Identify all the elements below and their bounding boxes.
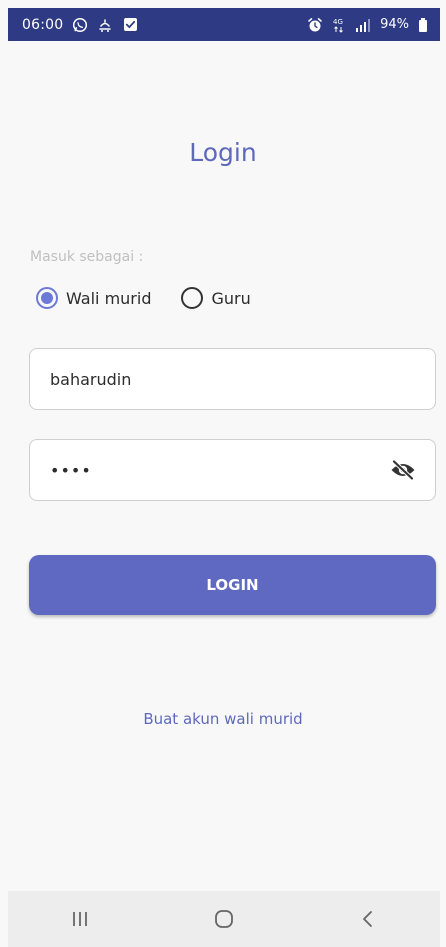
svg-text:4G: 4G — [333, 18, 343, 26]
role-option-label: Wali murid — [66, 288, 152, 308]
battery-icon — [418, 17, 428, 33]
recent-apps-icon[interactable] — [50, 899, 110, 939]
checkbox-icon — [122, 17, 138, 33]
4g-icon: 4G — [332, 17, 346, 33]
role-radio-group: Wali murid Guru — [36, 287, 251, 309]
role-option-label: Guru — [211, 288, 251, 308]
signal-icon — [355, 17, 371, 33]
username-field-container — [29, 348, 436, 410]
radio-checked-icon[interactable] — [36, 287, 58, 309]
page-title: Login — [189, 138, 257, 167]
login-button[interactable]: LOGIN — [29, 555, 436, 615]
alarm-icon — [307, 17, 323, 33]
status-bar: 06:00 4G 94% — [8, 8, 440, 41]
home-icon[interactable] — [194, 899, 254, 939]
role-option-wali-murid[interactable]: Wali murid — [36, 287, 151, 309]
password-input[interactable] — [48, 459, 389, 481]
role-option-guru[interactable]: Guru — [181, 287, 251, 309]
username-input[interactable] — [48, 368, 417, 390]
notification-icon — [97, 17, 113, 33]
role-label: Masuk sebagai : — [30, 249, 144, 265]
status-bar-right: 4G 94% — [307, 17, 428, 33]
register-link[interactable]: Buat akun wali murid — [0, 710, 446, 728]
password-field-container — [29, 439, 436, 501]
radio-unchecked-icon[interactable] — [181, 287, 204, 309]
login-screen: 06:00 4G 94% Login Masuk sebagai: Wali … — [0, 0, 446, 947]
navigation-bar — [8, 891, 440, 947]
eye-off-icon[interactable] — [389, 456, 417, 484]
back-icon[interactable] — [338, 899, 398, 939]
status-time: 06:00 — [22, 16, 64, 33]
status-bar-left: 06:00 — [22, 17, 138, 33]
battery-percentage: 94% — [380, 17, 409, 32]
whatsapp-icon — [72, 17, 88, 33]
